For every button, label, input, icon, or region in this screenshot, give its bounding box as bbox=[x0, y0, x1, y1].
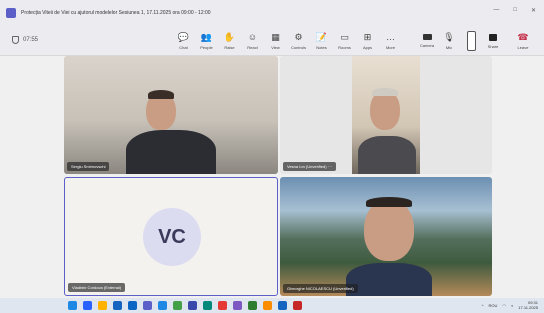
raise-label: Raise bbox=[224, 44, 235, 50]
phone-hangup-icon: ☎ bbox=[517, 31, 529, 42]
react-label: React bbox=[247, 44, 258, 50]
taskbar-app-icon[interactable] bbox=[143, 301, 152, 310]
taskbar-app-icon[interactable] bbox=[263, 301, 272, 310]
chat-icon: 💬 bbox=[177, 31, 190, 42]
share-label: Share bbox=[487, 43, 499, 49]
chat-button[interactable]: 💬 Chat bbox=[172, 26, 195, 56]
camera-icon bbox=[422, 34, 432, 40]
share-icon bbox=[489, 33, 497, 41]
more-label: More bbox=[385, 44, 396, 50]
taskbar-app-icon[interactable] bbox=[113, 301, 122, 310]
people-icon: 👥 bbox=[200, 31, 213, 42]
windows-taskbar: ^ ROU ◠ ◖ 09:31 17.11.2025 bbox=[0, 298, 544, 313]
mic-options-button[interactable] bbox=[460, 26, 482, 56]
taskbar-apps bbox=[68, 301, 302, 310]
more-icon: … bbox=[386, 31, 395, 42]
participant-name-2: Vesna Ion (Unverified) ⋯ bbox=[283, 162, 336, 171]
participant-tile-3[interactable]: VC Vladimir Cordoca (External) bbox=[64, 177, 278, 296]
volume-icon[interactable]: ◖ bbox=[511, 303, 513, 308]
taskbar-app-icon[interactable] bbox=[158, 301, 167, 310]
participant-name-4: Gheorghe NICOLAESCU (Unverified) bbox=[283, 284, 358, 293]
toolbar-media-controls: Camera 🎙 Mic Share ☎ Leave bbox=[416, 26, 534, 56]
language-indicator[interactable]: ROU bbox=[488, 303, 497, 308]
chevron-up-icon[interactable]: ^ bbox=[482, 303, 484, 308]
taskbar-app-icon[interactable] bbox=[293, 301, 302, 310]
video-grid: Sergiu Smirnovschi Vesna Ion (Unverified… bbox=[0, 56, 544, 298]
participant-tile-2[interactable]: Vesna Ion (Unverified) ⋯ bbox=[280, 56, 492, 174]
rooms-icon: ▭ bbox=[340, 31, 349, 42]
notes-button[interactable]: 📝 Notes bbox=[310, 26, 333, 56]
more-button[interactable]: … More bbox=[379, 26, 402, 56]
title-bar: Protecția Viteii de Viei cu ajutorul mod… bbox=[0, 0, 544, 26]
taskbar-app-icon[interactable] bbox=[98, 301, 107, 310]
shield-icon bbox=[12, 36, 19, 44]
teams-app-icon bbox=[6, 8, 16, 18]
mic-options-box bbox=[466, 31, 476, 51]
apps-label: Apps bbox=[362, 44, 373, 50]
participant-name-1: Sergiu Smirnovschi bbox=[67, 162, 110, 171]
window-controls: — □ ✕ bbox=[493, 7, 536, 14]
people-label: People bbox=[200, 44, 213, 50]
clock-date: 17.11.2025 bbox=[518, 305, 538, 310]
taskbar-app-icon[interactable] bbox=[203, 301, 212, 310]
meeting-toolbar: 07:55 💬 Chat 👥 People ✋ Raise ☺ React ▦ … bbox=[0, 26, 544, 56]
controls-label: Controls bbox=[291, 44, 306, 50]
controls-icon: ⚙ bbox=[294, 31, 303, 42]
taskbar-app-icon[interactable] bbox=[68, 301, 77, 310]
participant-avatar-3: VC bbox=[143, 208, 201, 266]
taskbar-app-icon[interactable] bbox=[83, 301, 92, 310]
react-button[interactable]: ☺ React bbox=[241, 26, 264, 56]
react-icon: ☺ bbox=[247, 31, 258, 42]
camera-label: Camera bbox=[419, 43, 435, 48]
chat-label: Chat bbox=[179, 44, 188, 50]
microphone-icon: 🎙 bbox=[443, 31, 455, 42]
raise-hand-icon: ✋ bbox=[223, 31, 236, 42]
participant-tile-1[interactable]: Sergiu Smirnovschi bbox=[64, 56, 278, 174]
taskbar-app-icon[interactable] bbox=[278, 301, 287, 310]
toolbar-actions: 💬 Chat 👥 People ✋ Raise ☺ React ▦ View ⚙… bbox=[172, 26, 402, 56]
window-title: Protecția Viteii de Viei cu ajutorul mod… bbox=[21, 10, 211, 16]
notes-icon: 📝 bbox=[315, 31, 328, 42]
taskbar-app-icon[interactable] bbox=[188, 301, 197, 310]
taskbar-app-icon[interactable] bbox=[128, 301, 137, 310]
apps-icon: ⊞ bbox=[363, 31, 372, 42]
rooms-button[interactable]: ▭ Rooms bbox=[333, 26, 356, 56]
taskbar-app-icon[interactable] bbox=[248, 301, 257, 310]
notes-label: Notes bbox=[316, 44, 327, 50]
raise-hand-button[interactable]: ✋ Raise bbox=[218, 26, 241, 56]
timer-text: 07:55 bbox=[23, 37, 39, 43]
camera-button[interactable]: Camera bbox=[416, 26, 438, 56]
minimize-button[interactable]: — bbox=[493, 7, 499, 14]
taskbar-app-icon[interactable] bbox=[173, 301, 182, 310]
people-button[interactable]: 👥 People bbox=[195, 26, 218, 56]
leave-label: Leave bbox=[517, 44, 529, 50]
view-icon: ▦ bbox=[271, 31, 280, 42]
participant-tile-4[interactable]: Gheorghe NICOLAESCU (Unverified) bbox=[280, 177, 492, 296]
close-window-button[interactable]: ✕ bbox=[531, 7, 536, 14]
system-tray: ^ ROU ◠ ◖ 09:31 17.11.2025 bbox=[482, 300, 538, 310]
maximize-button[interactable]: □ bbox=[513, 7, 517, 14]
mic-button[interactable]: 🎙 Mic bbox=[438, 26, 460, 56]
rooms-label: Rooms bbox=[338, 44, 351, 50]
mic-label: Mic bbox=[445, 44, 453, 50]
share-button[interactable]: Share bbox=[482, 26, 504, 56]
view-button[interactable]: ▦ View bbox=[264, 26, 287, 56]
wifi-icon[interactable]: ◠ bbox=[502, 303, 506, 308]
leave-button[interactable]: ☎ Leave bbox=[512, 26, 534, 56]
taskbar-app-icon[interactable] bbox=[233, 301, 242, 310]
view-label: View bbox=[271, 44, 280, 50]
system-clock[interactable]: 09:31 17.11.2025 bbox=[518, 300, 538, 310]
participant-name-3: Vladimir Cordoca (External) bbox=[68, 283, 126, 292]
apps-button[interactable]: ⊞ Apps bbox=[356, 26, 379, 56]
controls-button[interactable]: ⚙ Controls bbox=[287, 26, 310, 56]
participant-video-2 bbox=[352, 56, 420, 174]
meeting-timer: 07:55 bbox=[12, 36, 38, 44]
taskbar-app-icon[interactable] bbox=[218, 301, 227, 310]
